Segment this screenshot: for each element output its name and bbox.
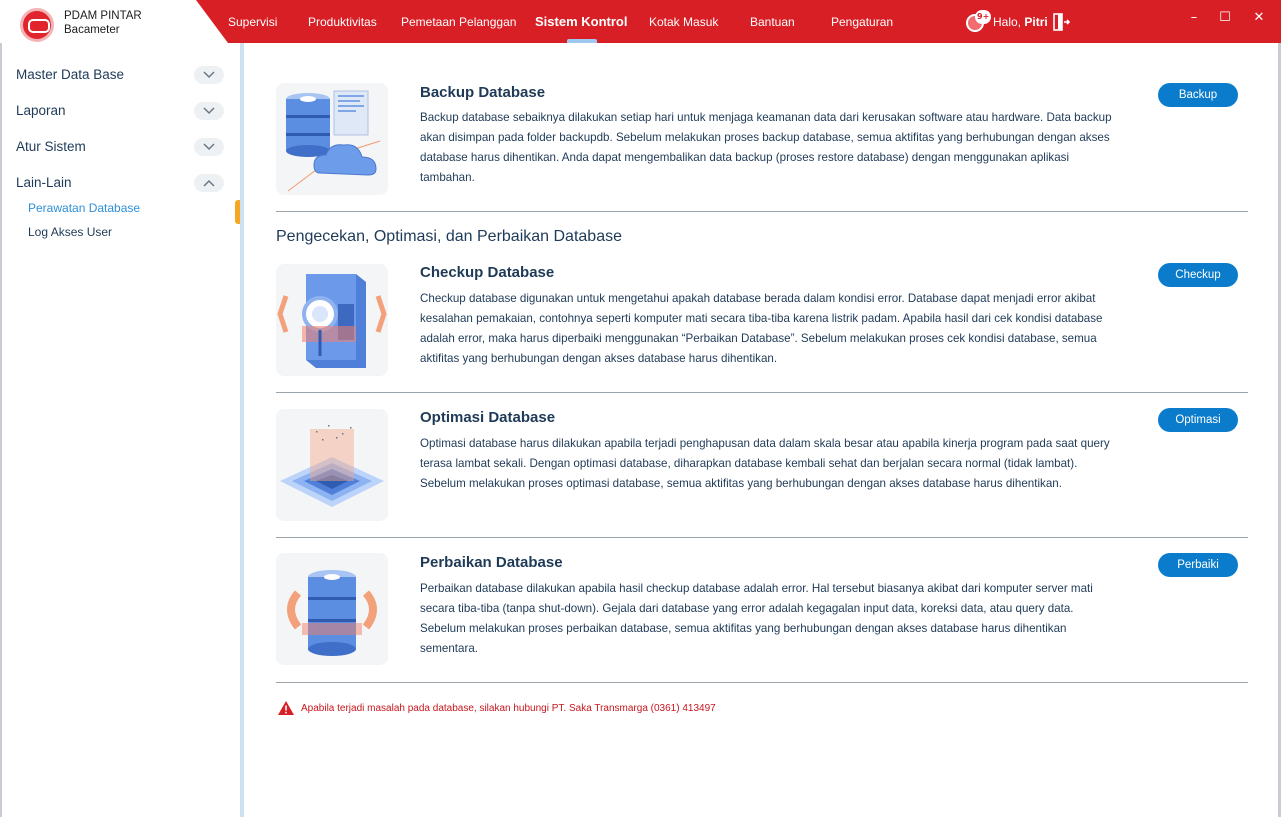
checkup-database-illustration xyxy=(276,264,388,376)
section-divider xyxy=(276,211,1248,212)
maximize-button[interactable]: ☐ xyxy=(1218,11,1232,25)
nav-pengaturan[interactable]: Pengaturan xyxy=(831,15,893,29)
backup-database-description: Backup database sebaiknya dilakukan seti… xyxy=(420,111,1112,184)
optimasi-database-title: Optimasi Database xyxy=(420,409,556,426)
optimasi-database-description: Optimasi database harus dilakukan apabil… xyxy=(420,437,1110,490)
expand-atur-sistem-button[interactable] xyxy=(194,138,224,156)
perbaikan-database-description: Perbaikan database dilakukan apabila has… xyxy=(420,582,1093,655)
nav-kotak-masuk[interactable]: Kotak Masuk xyxy=(649,15,718,29)
sidebar-group-lain-lain[interactable]: Lain-Lain xyxy=(16,175,72,190)
brand-area: PDAM PINTAR Bacameter xyxy=(0,0,228,43)
sidebar-item-log-akses-user[interactable]: Log Akses User xyxy=(28,225,112,239)
sidebar xyxy=(0,43,240,817)
brand-title: PDAM PINTAR xyxy=(64,10,142,22)
checkup-database-description: Checkup database digunakan untuk mengeta… xyxy=(420,292,1103,365)
optimasi-database-illustration xyxy=(276,409,388,521)
sidebar-group-atur-sistem[interactable]: Atur Sistem xyxy=(16,139,86,154)
warning-triangle-icon xyxy=(278,701,294,715)
chevron-down-icon xyxy=(203,71,215,79)
section-divider xyxy=(276,682,1248,683)
maintenance-section-title: Pengecekan, Optimasi, dan Perbaikan Data… xyxy=(276,228,622,245)
brand-logo-icon xyxy=(20,8,54,42)
nav-bantuan[interactable]: Bantuan xyxy=(750,15,795,29)
expand-laporan-button[interactable] xyxy=(194,102,224,120)
perbaikan-database-title: Perbaikan Database xyxy=(420,554,563,571)
optimasi-button[interactable]: Optimasi xyxy=(1158,408,1238,432)
sidebar-group-master-data-base[interactable]: Master Data Base xyxy=(16,67,124,82)
expand-master-data-base-button[interactable] xyxy=(194,66,224,84)
logout-icon[interactable] xyxy=(1052,13,1070,31)
user-name: Pitri xyxy=(1024,15,1048,29)
section-divider xyxy=(276,392,1248,393)
backup-button[interactable]: Backup xyxy=(1158,83,1238,107)
brand-subtitle: Bacameter xyxy=(64,24,120,36)
perbaiki-button[interactable]: Perbaiki xyxy=(1158,553,1238,577)
backup-database-title: Backup Database xyxy=(420,84,546,101)
sidebar-group-laporan[interactable]: Laporan xyxy=(16,103,66,118)
sidebar-item-perawatan-database[interactable]: Perawatan Database xyxy=(28,201,140,215)
chevron-down-icon xyxy=(203,143,215,151)
section-divider xyxy=(276,537,1248,538)
greeting-prefix: Halo, xyxy=(993,15,1022,29)
close-button[interactable]: ✕ xyxy=(1252,11,1266,25)
chevron-down-icon xyxy=(203,107,215,115)
perbaikan-database-illustration xyxy=(276,553,388,665)
warning-message: Apabila terjadi masalah pada database, s… xyxy=(301,703,716,714)
notification-badge: 9+ xyxy=(975,10,992,24)
checkup-button[interactable]: Checkup xyxy=(1158,263,1238,287)
top-navigation-bar: PDAM PINTAR Bacameter Supervisi Produkti… xyxy=(0,0,1281,43)
minimize-button[interactable]: – xyxy=(1187,11,1201,25)
nav-sistem-kontrol[interactable]: Sistem Kontrol xyxy=(535,14,627,29)
backup-database-illustration xyxy=(276,83,388,195)
nav-supervisi[interactable]: Supervisi xyxy=(228,15,277,29)
active-item-marker xyxy=(235,200,240,224)
nav-pemetaan-pelanggan[interactable]: Pemetaan Pelanggan xyxy=(401,15,516,29)
user-greeting: Halo, Pitri xyxy=(993,15,1048,29)
checkup-database-title: Checkup Database xyxy=(420,264,555,281)
chevron-up-icon xyxy=(203,179,215,187)
collapse-lain-lain-button[interactable] xyxy=(194,174,224,192)
nav-produktivitas[interactable]: Produktivitas xyxy=(308,15,377,29)
